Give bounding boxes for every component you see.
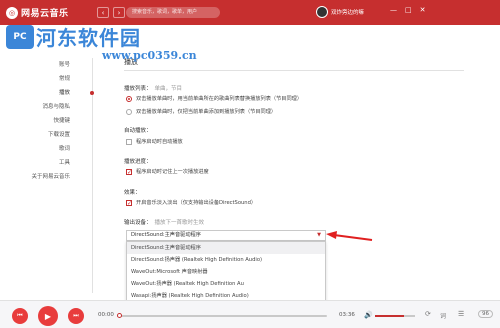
time-total: 03:36: [339, 312, 355, 318]
sidebar-item-download[interactable]: 下载设置: [0, 128, 95, 142]
avatar[interactable]: [316, 6, 328, 18]
back-button[interactable]: ‹: [97, 7, 109, 18]
sidebar-item-general[interactable]: 常规: [0, 72, 95, 86]
lyrics-icon[interactable]: 词: [440, 311, 446, 320]
radio-button[interactable]: [126, 108, 132, 115]
search-input[interactable]: 搜索音乐，歌词，歌单，用户: [126, 7, 220, 18]
app-logo[interactable]: ◎ 网易云音乐: [6, 6, 69, 19]
dropdown-option[interactable]: DirectSound:扬声器 (Realtek High Definition…: [127, 254, 325, 266]
effect-label: 效果：: [124, 190, 141, 196]
output-label: 输出设备： 播放下一首歌时生效: [124, 218, 204, 226]
nav-arrows: ‹ ›: [97, 7, 125, 18]
next-button[interactable]: ⏭: [68, 308, 84, 324]
volume-fill: [375, 315, 404, 317]
playlist-option-append[interactable]: 双击播放单曲时，仅把当前单曲添加到播放列表（节目同理）: [126, 108, 276, 115]
watermark-title: 河东软件园: [36, 26, 141, 50]
annotation-arrow-icon: [326, 231, 373, 241]
checkbox-checked[interactable]: ✓: [126, 168, 132, 175]
time-current: 00:00: [98, 312, 114, 318]
sidebar-item-label: 账号: [58, 62, 70, 68]
sidebar-item-label: 下载设置: [47, 132, 70, 138]
progress-knob[interactable]: [117, 313, 122, 318]
autoplay-option[interactable]: 程序启动时自动播放: [126, 138, 183, 145]
progress-label: 播放进度：: [124, 159, 152, 165]
fade-option[interactable]: ✓ 开启音乐淡入淡出（仅支持输出设备DirectSound）: [126, 199, 256, 206]
previous-button[interactable]: ⏮: [12, 308, 28, 324]
option-label: 程序启动时自动播放: [136, 139, 183, 145]
output-sub: 播放下一首歌时生效: [154, 220, 205, 226]
volume-icon[interactable]: 🔊: [364, 311, 373, 319]
settings-sidebar: 账号 常规 播放 消息与隐私 快捷键 下载设置 歌词 工具 关于网易云音乐: [0, 58, 95, 184]
sidebar-item-privacy[interactable]: 消息与隐私: [0, 100, 95, 114]
watermark-url: www.pc0359.cn: [102, 49, 197, 62]
play-icon: ▶: [44, 311, 52, 321]
sidebar-item-about[interactable]: 关于网易云音乐: [0, 170, 95, 184]
sidebar-item-lyrics[interactable]: 歌词: [0, 142, 95, 156]
playlist-count-badge[interactable]: 96: [478, 310, 493, 318]
play-mode-icon[interactable]: ⟳: [425, 310, 431, 318]
select-value: DirectSound:主声音驱动程序: [131, 232, 201, 238]
active-indicator: [90, 91, 94, 95]
sidebar-item-label: 工具: [58, 160, 70, 166]
sidebar-item-account[interactable]: 账号: [0, 58, 95, 72]
player-bar: ⏮ ▶ ⏭ 00:00 03:36 🔊 ⟳ 词 ☰ 96: [0, 300, 500, 328]
dropdown-option[interactable]: DirectSound:主声音驱动程序: [127, 242, 325, 254]
sidebar-item-label: 消息与隐私: [42, 104, 70, 110]
watermark: PC 河东软件园 www.pc0359.cn: [6, 22, 197, 62]
option-label: 双击播放单曲时，用当前单曲所在的歌曲列表替换播放列表（节目同理）: [136, 96, 303, 102]
minimize-icon[interactable]: —: [390, 6, 397, 14]
sidebar-item-label: 关于网易云音乐: [31, 174, 70, 180]
output-device-select[interactable]: DirectSound:主声音驱动程序 ▼: [126, 230, 326, 241]
playlist-label-text: 播放列表：: [124, 86, 152, 92]
dropdown-option[interactable]: WaveOut:扬声器 (Realtek High Definition Au: [127, 278, 325, 290]
app-name: 网易云音乐: [21, 9, 69, 19]
sidebar-item-label: 常规: [58, 76, 70, 82]
sidebar-item-label: 歌词: [58, 146, 70, 152]
option-label: 双击播放单曲时，仅把当前单曲添加到播放列表（节目同理）: [136, 109, 277, 115]
playlist-option-replace[interactable]: 双击播放单曲时，用当前单曲所在的歌曲列表替换播放列表（节目同理）: [126, 95, 302, 102]
previous-icon: ⏮: [17, 312, 23, 319]
checkbox-checked[interactable]: ✓: [126, 199, 132, 206]
option-label: 开启音乐淡入淡出（仅支持输出设备DirectSound）: [136, 200, 257, 206]
netease-logo-icon: ◎: [6, 6, 18, 19]
next-icon: ⏭: [73, 312, 79, 319]
heading-divider: [124, 70, 464, 71]
user-name[interactable]: 双炸旁边的嘛: [331, 8, 364, 16]
output-device-list: DirectSound:主声音驱动程序 DirectSound:扬声器 (Rea…: [126, 241, 326, 303]
maximize-icon[interactable]: □: [405, 6, 412, 14]
sidebar-item-label: 快捷键: [53, 118, 70, 124]
watermark-badge: PC: [6, 25, 34, 49]
playlist-icon[interactable]: ☰: [458, 310, 464, 318]
progress-bar[interactable]: [117, 313, 327, 318]
sidebar-item-tools[interactable]: 工具: [0, 156, 95, 170]
checkbox[interactable]: [126, 138, 132, 145]
close-icon[interactable]: ✕: [420, 6, 426, 14]
sidebar-item-label: 播放: [58, 90, 70, 96]
remember-progress-option[interactable]: ✓ 程序启动时记住上一次播放进度: [126, 168, 209, 175]
play-button[interactable]: ▶: [38, 306, 58, 326]
autoplay-label: 自动播放：: [124, 128, 152, 134]
output-label-text: 输出设备：: [124, 220, 152, 226]
playlist-sub: 单曲，节目: [154, 86, 183, 92]
volume-slider[interactable]: [375, 315, 415, 317]
playlist-label: 播放列表： 单曲，节目: [124, 84, 182, 92]
window-controls: — □ ✕: [390, 6, 426, 14]
user-profile[interactable]: 双炸旁边的嘛: [316, 6, 364, 18]
sidebar-item-playback[interactable]: 播放: [0, 86, 95, 100]
radio-button[interactable]: [126, 95, 132, 102]
forward-button[interactable]: ›: [113, 7, 125, 18]
dropdown-option[interactable]: WaveOut:Microsoft 声音映射器: [127, 266, 325, 278]
option-label: 程序启动时记住上一次播放进度: [136, 169, 209, 175]
chevron-down-icon[interactable]: ▼: [317, 231, 321, 240]
sidebar-item-shortcuts[interactable]: 快捷键: [0, 114, 95, 128]
